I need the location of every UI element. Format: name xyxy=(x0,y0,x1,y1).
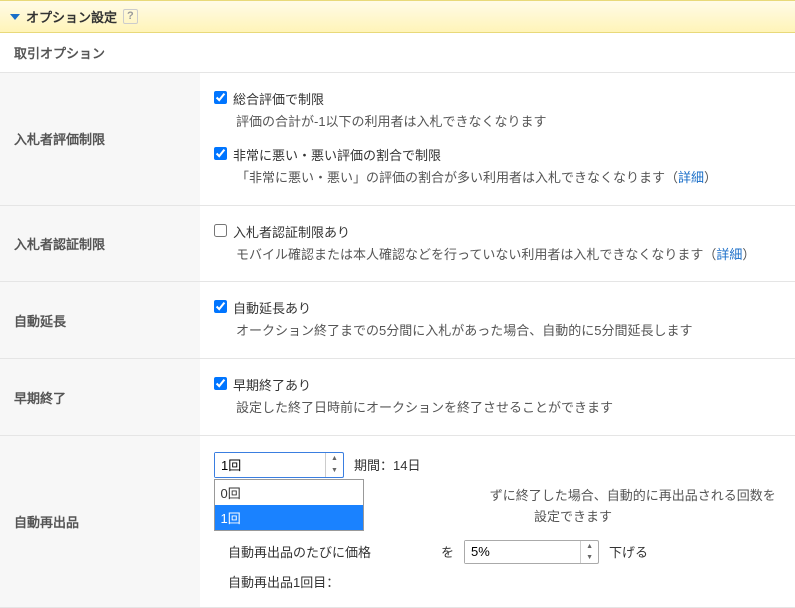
stepper-up-icon[interactable]: ▲ xyxy=(326,453,343,465)
cb-bidder-auth[interactable] xyxy=(214,224,227,237)
label-bidder-rating: 入札者評価制限 xyxy=(0,73,200,205)
cb-bad-ratio[interactable] xyxy=(214,147,227,160)
row-auto-extend: 自動延長 自動延長あり オークション終了までの5分間に入札があった場合、自動的に… xyxy=(0,282,795,359)
panel-title: オプション設定 xyxy=(26,7,117,26)
pct-stepper[interactable]: ▲ ▼ xyxy=(464,540,599,564)
label-auto-extend: 自動延長 xyxy=(0,282,200,359)
cb-early-end[interactable] xyxy=(214,377,227,390)
pct-stepper-buttons: ▲ ▼ xyxy=(580,541,598,563)
label-early-end: 早期終了 xyxy=(0,359,200,436)
dropdown-opt-1[interactable]: 1回 xyxy=(215,505,363,530)
relist-desc-tail: ずに終了した場合、自動的に再出品される回数を設定できます xyxy=(490,488,776,524)
row-bidder-rating: 入札者評価制限 総合評価で制限 評価の合計が-1以下の利用者は入札できなくなりま… xyxy=(0,73,795,205)
cb-early-end-label: 早期終了あり xyxy=(233,375,311,394)
desc-bad-ratio: 「非常に悪い・悪い」の評価の割合が多い利用者は入札できなくなります（詳細） xyxy=(214,168,781,189)
cb-total-rating[interactable] xyxy=(214,91,227,104)
section-title: 取引オプション xyxy=(0,33,795,73)
desc-early-end: 設定した終了日時前にオークションを終了させることができます xyxy=(214,398,781,419)
desc-total-rating: 評価の合計が-1以下の利用者は入札できなくなります xyxy=(214,112,781,133)
stepper-down-icon[interactable]: ▼ xyxy=(326,465,343,477)
label-auto-relist: 自動再出品 xyxy=(0,435,200,607)
caret-down-icon xyxy=(10,14,20,20)
desc-bad-ratio-post: ） xyxy=(704,170,717,185)
cb-auto-extend[interactable] xyxy=(214,300,227,313)
link-detail-2[interactable]: 詳細 xyxy=(716,247,742,262)
period-label: 期間：14日 xyxy=(354,455,420,474)
panel-header[interactable]: オプション設定 ? xyxy=(0,0,795,33)
price-row-post: 下げる xyxy=(609,542,648,561)
pct-stepper-up-icon[interactable]: ▲ xyxy=(581,541,598,552)
relist-count-stepper[interactable]: ▲ ▼ 0回 1回 xyxy=(214,452,344,478)
relist-count-dropdown: 0回 1回 xyxy=(214,479,364,531)
label-bidder-auth: 入札者認証制限 xyxy=(0,205,200,282)
link-detail-1[interactable]: 詳細 xyxy=(678,170,704,185)
cb-auto-extend-label: 自動延長あり xyxy=(233,298,311,317)
row-early-end: 早期終了 早期終了あり 設定した終了日時前にオークションを終了させることができま… xyxy=(0,359,795,436)
cell-bidder-rating: 総合評価で制限 評価の合計が-1以下の利用者は入札できなくなります 非常に悪い・… xyxy=(200,73,795,205)
cb-total-rating-label: 総合評価で制限 xyxy=(233,89,324,108)
cell-auto-extend: 自動延長あり オークション終了までの5分間に入札があった場合、自動的に5分間延長… xyxy=(200,282,795,359)
desc-bidder-auth-pre: モバイル確認または本人確認などを行っていない利用者は入札できなくなります（ xyxy=(236,247,716,262)
desc-auto-extend: オークション終了までの5分間に入札があった場合、自動的に5分間延長します xyxy=(214,321,781,342)
dropdown-opt-0[interactable]: 0回 xyxy=(215,480,363,505)
help-icon[interactable]: ? xyxy=(123,9,138,23)
desc-bad-ratio-pre: 「非常に悪い・悪い」の評価の割合が多い利用者は入札できなくなります（ xyxy=(236,170,678,185)
first-time-label: 自動再出品1回目： xyxy=(228,572,781,591)
cb-bad-ratio-label: 非常に悪い・悪い評価の割合で制限 xyxy=(233,145,441,164)
cell-early-end: 早期終了あり 設定した終了日時前にオークションを終了させることができます xyxy=(200,359,795,436)
relist-count-input[interactable] xyxy=(215,453,325,477)
pct-stepper-down-icon[interactable]: ▼ xyxy=(581,552,598,563)
desc-bidder-auth-post: ） xyxy=(742,247,755,262)
price-row-pre: 自動再出品のたびに価格 xyxy=(228,542,371,561)
cb-bidder-auth-label: 入札者認証制限あり xyxy=(233,222,350,241)
cell-bidder-auth: 入札者認証制限あり モバイル確認または本人確認などを行っていない利用者は入札でき… xyxy=(200,205,795,282)
stepper-buttons: ▲ ▼ xyxy=(325,453,343,477)
price-row-mid: を xyxy=(441,542,454,561)
options-table: 入札者評価制限 総合評価で制限 評価の合計が-1以下の利用者は入札できなくなりま… xyxy=(0,73,795,608)
cell-auto-relist: ▲ ▼ 0回 1回 期間：14日 ________________ずに終了した場… xyxy=(200,435,795,607)
row-auto-relist: 自動再出品 ▲ ▼ 0回 1回 期間：14日 ______________ xyxy=(0,435,795,607)
pct-input[interactable] xyxy=(465,541,580,563)
desc-bidder-auth: モバイル確認または本人確認などを行っていない利用者は入札できなくなります（詳細） xyxy=(214,245,781,266)
row-bidder-auth: 入札者認証制限 入札者認証制限あり モバイル確認または本人確認などを行っていない… xyxy=(0,205,795,282)
